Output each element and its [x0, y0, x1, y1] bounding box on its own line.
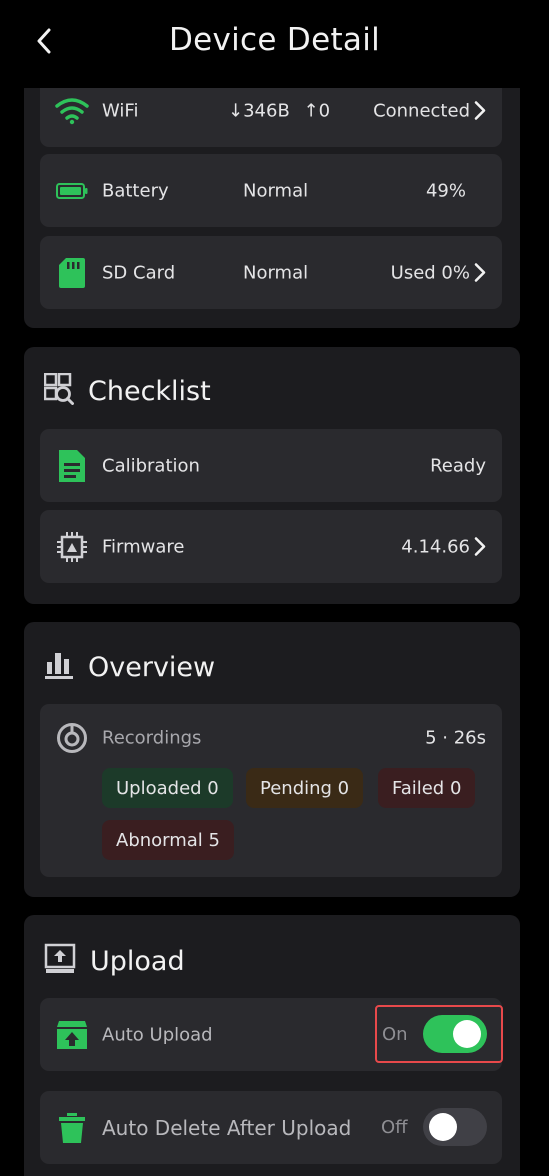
upload-tray-icon — [44, 943, 76, 979]
chevron-right-icon — [474, 537, 486, 557]
wifi-download: 346B — [243, 100, 290, 121]
recordings-label: Recordings — [102, 727, 202, 749]
document-icon — [54, 448, 90, 484]
trash-icon — [54, 1110, 90, 1146]
page-title: Device Detail — [168, 22, 381, 58]
highlight-box — [375, 1005, 503, 1063]
overview-section: Overview Recordings 5 · 26s Uploaded 0 P… — [24, 622, 520, 897]
sd-card-icon — [54, 255, 90, 291]
badge-failed[interactable]: Failed 0 — [378, 768, 476, 808]
calibration-label: Calibration — [102, 455, 200, 476]
battery-value: 49% — [425, 180, 466, 201]
firmware-row[interactable]: Firmware 4.14.66 — [40, 510, 502, 583]
recordings-value: 5 · 26s — [425, 727, 486, 749]
wifi-upload: 0 — [318, 100, 331, 121]
battery-label: Battery — [102, 180, 169, 201]
sd-card-label: SD Card — [102, 262, 176, 283]
battery-icon — [54, 173, 90, 209]
wifi-icon — [54, 93, 90, 129]
auto-upload-label: Auto Upload — [102, 1024, 213, 1045]
app-header: Device Detail — [0, 0, 549, 88]
auto-delete-row: Auto Delete After Upload Off — [40, 1091, 502, 1164]
sd-card-status: Normal — [243, 262, 309, 283]
recording-icon — [54, 720, 90, 756]
badge-pending[interactable]: Pending 0 — [246, 768, 364, 808]
firmware-value: 4.14.66 — [401, 536, 470, 557]
checklist-icon — [43, 372, 74, 409]
checklist-title: Checklist — [88, 375, 211, 407]
upload-title: Upload — [90, 945, 185, 977]
auto-delete-label: Auto Delete After Upload — [102, 1115, 352, 1140]
overview-title: Overview — [88, 651, 216, 683]
wifi-label: WiFi — [102, 100, 139, 121]
badge-abnormal[interactable]: Abnormal 5 — [102, 820, 234, 860]
upload-arrow-icon: ↑ — [303, 100, 319, 121]
auto-delete-state: Off — [381, 1117, 408, 1138]
auto-delete-toggle[interactable] — [423, 1108, 487, 1146]
download-arrow-icon: ↓ — [228, 100, 244, 121]
chip-icon — [54, 529, 90, 565]
battery-status: Normal — [243, 180, 309, 201]
upload-box-icon — [54, 1017, 90, 1053]
toggle-knob — [429, 1113, 457, 1141]
badge-uploaded[interactable]: Uploaded 0 — [102, 768, 233, 808]
sd-card-row[interactable]: SD Card Normal Used 0% — [40, 236, 502, 309]
bar-chart-icon — [44, 650, 74, 684]
calibration-row: Calibration Ready — [40, 429, 502, 502]
wifi-traffic: ↓346B ↑0 — [228, 100, 330, 121]
checklist-section: Checklist Calibration Ready Firmware 4.1… — [24, 347, 520, 604]
wifi-status: Connected — [373, 100, 470, 121]
connectivity-section: WiFi ↓346B ↑0 Connected Battery Normal 4… — [24, 60, 520, 328]
battery-row: Battery Normal 49% — [40, 154, 502, 227]
calibration-value: Ready — [430, 455, 486, 476]
firmware-label: Firmware — [102, 536, 185, 557]
chevron-right-icon — [474, 263, 486, 283]
recordings-card: Recordings 5 · 26s Uploaded 0 Pending 0 … — [40, 704, 502, 877]
sd-card-value: Used 0% — [390, 262, 470, 283]
chevron-right-icon — [474, 101, 486, 121]
